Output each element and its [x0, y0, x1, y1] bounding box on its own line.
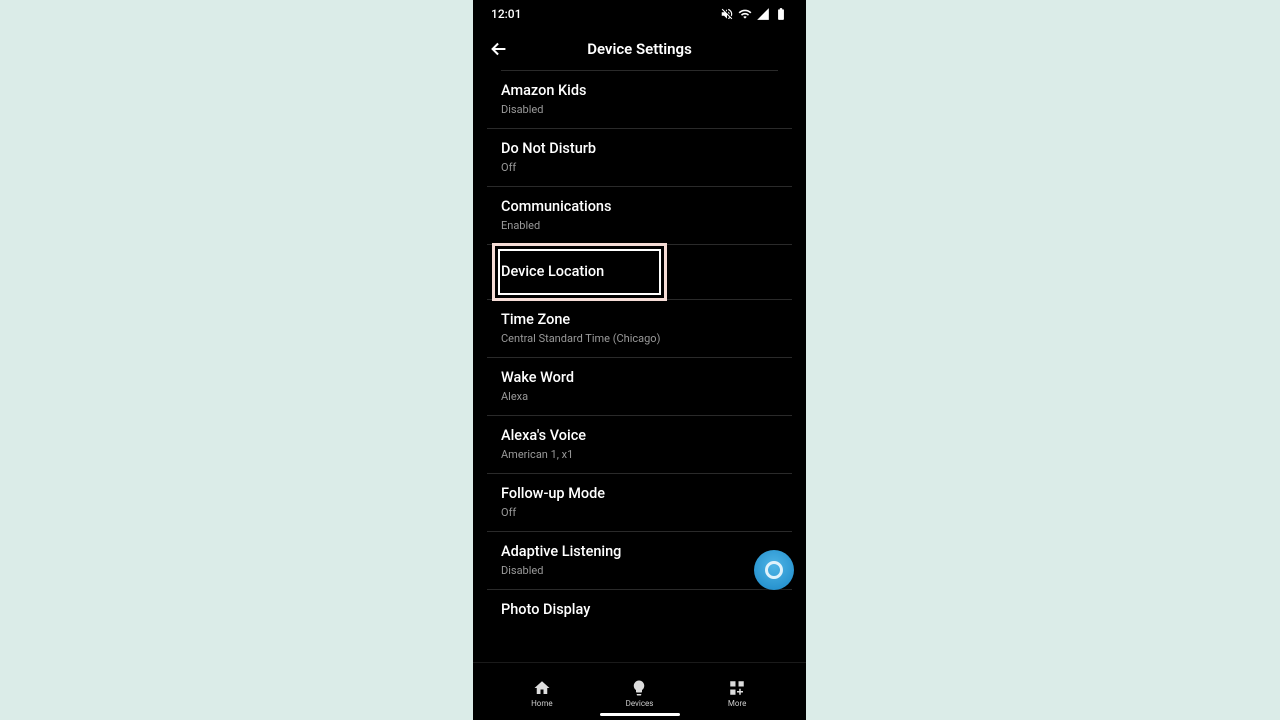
row-amazon-kids[interactable]: Amazon Kids Disabled: [487, 71, 792, 129]
status-icons: [720, 7, 788, 21]
row-title: Adaptive Listening: [501, 543, 778, 562]
alexa-fab[interactable]: [754, 550, 794, 590]
nav-label: Devices: [626, 699, 654, 708]
row-sub: American 1, x1: [501, 448, 778, 461]
row-title: Follow-up Mode: [501, 485, 778, 504]
signal-icon: [756, 7, 770, 21]
row-sub: Off: [501, 506, 778, 519]
bottom-nav: Home Devices More: [473, 662, 806, 720]
row-alexas-voice[interactable]: Alexa's Voice American 1, x1: [487, 416, 792, 474]
row-follow-up-mode[interactable]: Follow-up Mode Off: [487, 474, 792, 532]
row-photo-display[interactable]: Photo Display: [487, 590, 792, 632]
home-icon: [533, 679, 551, 697]
wifi-icon: [738, 7, 752, 21]
bulb-icon: [630, 679, 648, 697]
row-title: Do Not Disturb: [501, 140, 778, 159]
row-title: Wake Word: [501, 369, 778, 388]
back-button[interactable]: [485, 35, 513, 63]
alexa-ring-icon: [765, 561, 783, 579]
row-sub: Central Standard Time (Chicago): [501, 332, 778, 345]
nav-more[interactable]: More: [707, 679, 767, 708]
mute-icon: [720, 7, 734, 21]
row-title: Time Zone: [501, 311, 778, 330]
row-title: Alexa's Voice: [501, 427, 778, 446]
row-sub: Enabled: [501, 219, 778, 232]
row-device-location[interactable]: Device Location: [487, 245, 792, 301]
row-do-not-disturb[interactable]: Do Not Disturb Off: [487, 129, 792, 187]
row-title: Photo Display: [501, 601, 778, 620]
row-sub: Alexa: [501, 390, 778, 403]
status-time: 12:01: [491, 7, 521, 21]
header: Device Settings: [473, 28, 806, 70]
row-adaptive-listening[interactable]: Adaptive Listening Disabled: [487, 532, 792, 590]
row-sub: Disabled: [501, 103, 778, 116]
row-time-zone[interactable]: Time Zone Central Standard Time (Chicago…: [487, 300, 792, 358]
row-title: Device Location: [501, 263, 778, 282]
row-sub: Disabled: [501, 564, 778, 577]
page-title: Device Settings: [473, 40, 806, 58]
row-title: Amazon Kids: [501, 82, 778, 101]
nav-label: Home: [531, 699, 553, 708]
arrow-left-icon: [488, 38, 510, 60]
status-bar: 12:01: [473, 0, 806, 28]
nav-devices[interactable]: Devices: [609, 679, 669, 708]
row-wake-word[interactable]: Wake Word Alexa: [487, 358, 792, 416]
nav-home[interactable]: Home: [512, 679, 572, 708]
grid-plus-icon: [728, 679, 746, 697]
battery-icon: [774, 7, 788, 21]
phone-frame: 12:01 Device Settings Amazon Kids Disabl…: [473, 0, 806, 720]
settings-list[interactable]: Amazon Kids Disabled Do Not Disturb Off …: [473, 70, 806, 662]
nav-label: More: [728, 699, 746, 708]
row-communications[interactable]: Communications Enabled: [487, 187, 792, 245]
home-indicator[interactable]: [600, 713, 680, 716]
row-sub: Off: [501, 161, 778, 174]
row-title: Communications: [501, 198, 778, 217]
